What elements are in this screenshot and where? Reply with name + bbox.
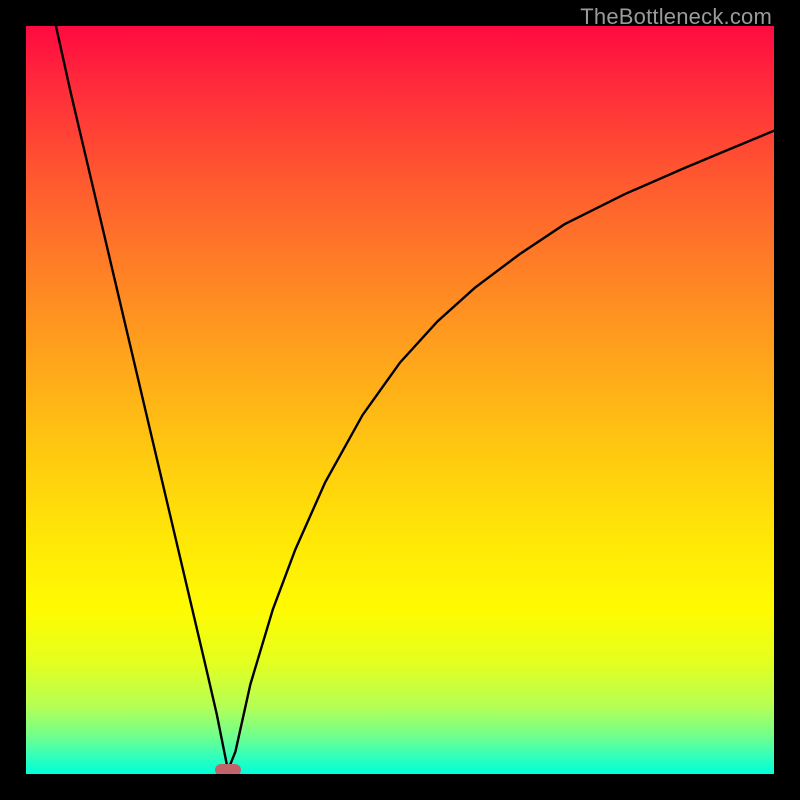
plot-area [26,26,774,774]
left-branch-curve [56,26,228,770]
watermark-text: TheBottleneck.com [580,4,772,30]
optimal-point-marker [215,764,241,774]
right-branch-curve [228,131,774,771]
chart-frame: TheBottleneck.com [0,0,800,800]
curve-layer [26,26,774,774]
